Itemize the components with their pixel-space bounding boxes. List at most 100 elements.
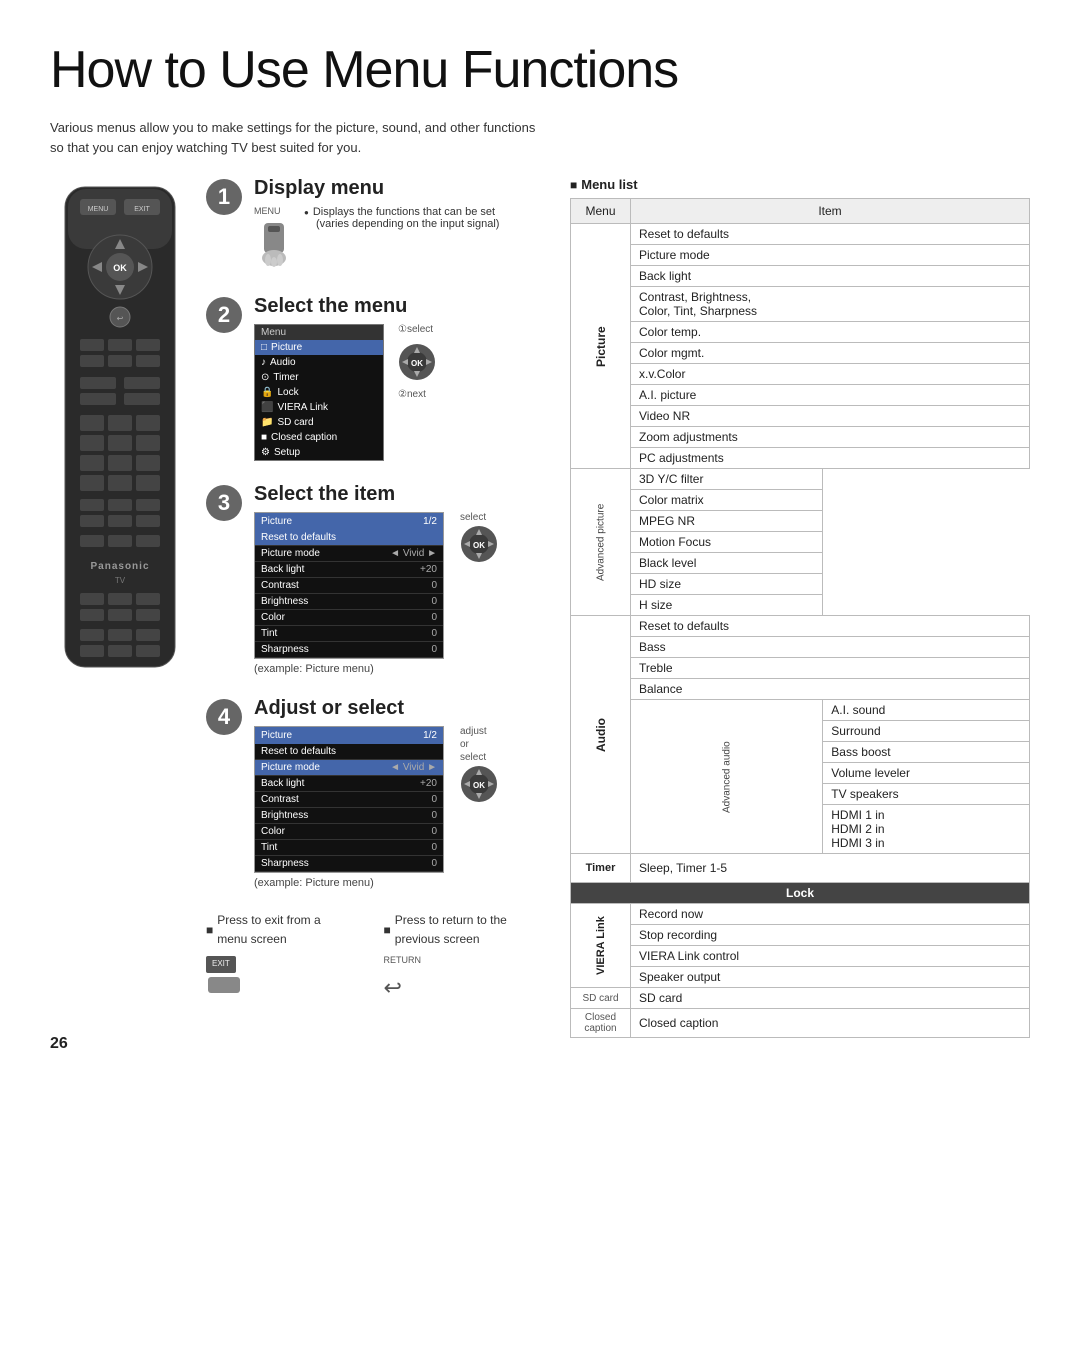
table-row: Video NR xyxy=(571,406,1030,427)
table-row: MPEG NR xyxy=(571,511,1030,532)
item-picture-mode: Picture mode xyxy=(631,245,1030,266)
table-row: Motion Focus xyxy=(571,532,1030,553)
step-1-title: Display menu xyxy=(254,177,550,200)
item-contrast-brightness: Contrast, Brightness,Color, Tint, Sharpn… xyxy=(631,287,1030,322)
col-item: Item xyxy=(631,199,1030,224)
right-column: Menu list Menu Item Picture Reset to def… xyxy=(570,177,1030,1038)
step4-select-label: select xyxy=(460,752,486,763)
steps-container: 1 Display menu MENU xyxy=(206,177,550,1005)
step4-arrows: adjust or select OK xyxy=(460,726,498,803)
advanced-picture-label: Advanced picture xyxy=(571,469,631,616)
table-row: Lock xyxy=(571,883,1030,904)
table-row: Color matrix xyxy=(571,490,1030,511)
step2-next-label: ②next xyxy=(398,389,426,400)
table-row: HD size xyxy=(571,574,1030,595)
item-video-nr: Video NR xyxy=(631,406,1030,427)
menu-icon-area: MENU xyxy=(254,206,294,273)
item-surround: Surround xyxy=(823,721,1030,742)
item-motion-focus: Motion Focus xyxy=(631,532,823,553)
svg-text:OK: OK xyxy=(473,541,485,550)
step2-arrows: ①select OK ②next xyxy=(398,324,436,400)
return-info-title: Press to return to the previous screen xyxy=(395,911,550,949)
step-number-4: 4 xyxy=(206,699,242,735)
step-3-title: Select the item xyxy=(254,483,550,506)
table-row: Balance xyxy=(571,679,1030,700)
table-row: A.I. picture xyxy=(571,385,1030,406)
step-4-title: Adjust or select xyxy=(254,697,550,720)
item-sd-card: SD card xyxy=(631,988,1030,1009)
item-stop-recording: Stop recording xyxy=(631,925,1030,946)
step-2-content: Select the menu Menu □Picture ♪Audio ⊙Ti… xyxy=(254,295,550,461)
step2-select-label: ①select xyxy=(398,324,433,335)
table-row: Color temp. xyxy=(571,322,1030,343)
step-3-content: Select the item Picture 1/2 Reset to def… xyxy=(254,483,550,675)
intro-text: Various menus allow you to make settings… xyxy=(50,118,550,157)
step-4: 4 Adjust or select Picture 1/2 Reset xyxy=(206,697,550,889)
step-1-desc-line1: Displays the functions that can be set xyxy=(313,206,495,218)
step-1-desc-line2: (varies depending on the input signal) xyxy=(304,218,499,230)
menu-list-table: Menu Item Picture Reset to defaults Pict… xyxy=(570,198,1030,1038)
item-ai-sound: A.I. sound xyxy=(823,700,1030,721)
step3-arrows: select OK xyxy=(460,512,498,563)
exit-info: ■ Press to exit from a menu screen EXIT xyxy=(206,911,354,995)
table-row: Back light xyxy=(571,266,1030,287)
exit-button-img: EXIT xyxy=(206,956,236,973)
table-row: Zoom adjustments xyxy=(571,427,1030,448)
step4-example-label: (example: Picture menu) xyxy=(254,877,444,889)
menu-screenshot-step2: Menu □Picture ♪Audio ⊙Timer 🔒Lock ⬛VIERA… xyxy=(254,324,384,461)
picture-label: Picture xyxy=(571,224,631,469)
item-back-light: Back light xyxy=(631,266,1030,287)
viera-link-label: VIERA Link xyxy=(571,904,631,988)
col-menu: Menu xyxy=(571,199,631,224)
closed-caption-menu-label: Closed caption xyxy=(571,1009,631,1038)
svg-text:Panasonic: Panasonic xyxy=(90,561,149,572)
item-hd-size: HD size xyxy=(631,574,823,595)
svg-text:OK: OK xyxy=(411,359,423,368)
menu-list-header: Menu list xyxy=(570,177,1030,192)
item-color-matrix: Color matrix xyxy=(631,490,823,511)
picture-menu-step4: Picture 1/2 Reset to defaults Picture mo… xyxy=(254,726,444,889)
table-row: Timer Sleep, Timer 1-5 xyxy=(571,854,1030,883)
table-row: PC adjustments xyxy=(571,448,1030,469)
item-mpeg-nr: MPEG NR xyxy=(631,511,823,532)
item-treble: Treble xyxy=(631,658,1030,679)
table-row: Treble xyxy=(571,658,1030,679)
table-row: Advanced audio A.I. sound xyxy=(571,700,1030,721)
svg-text:EXIT: EXIT xyxy=(134,206,150,213)
return-info: ■ Press to return to the previous screen… xyxy=(384,911,550,1005)
item-tv-speakers: TV speakers xyxy=(823,784,1030,805)
bottom-info: ■ Press to exit from a menu screen EXIT … xyxy=(206,911,550,1005)
page-number: 26 xyxy=(50,1035,550,1053)
step-1-desc: ● Displays the functions that can be set… xyxy=(304,206,499,230)
item-bass: Bass xyxy=(631,637,1030,658)
svg-text:OK: OK xyxy=(473,781,485,790)
item-hdmi-in: HDMI 1 inHDMI 2 inHDMI 3 in xyxy=(823,805,1030,854)
table-row: x.v.Color xyxy=(571,364,1030,385)
item-bass-boost: Bass boost xyxy=(823,742,1030,763)
left-column: MENU EXIT OK ↩ xyxy=(50,177,550,1053)
table-row: Picture mode xyxy=(571,245,1030,266)
svg-text:TV: TV xyxy=(115,576,126,585)
picture-menu-step3: Picture 1/2 Reset to defaults Picture mo… xyxy=(254,512,444,675)
advanced-audio-label: Advanced audio xyxy=(631,700,823,854)
svg-text:OK: OK xyxy=(113,263,127,273)
item-xv-color: x.v.Color xyxy=(631,364,1030,385)
table-row: VIERA Link Record now xyxy=(571,904,1030,925)
return-icon: ↩ xyxy=(384,970,550,1005)
table-row: Black level xyxy=(571,553,1030,574)
item-3d-yc: 3D Y/C filter xyxy=(631,469,823,490)
item-ai-picture: A.I. picture xyxy=(631,385,1030,406)
step4-adjust-label: adjust xyxy=(460,726,487,737)
table-row: Color mgmt. xyxy=(571,343,1030,364)
table-row: Speaker output xyxy=(571,967,1030,988)
step4-or-label: or xyxy=(460,739,469,750)
page-title: How to Use Menu Functions xyxy=(50,40,1030,100)
table-row: VIERA Link control xyxy=(571,946,1030,967)
item-balance: Balance xyxy=(631,679,1030,700)
item-audio-reset: Reset to defaults xyxy=(631,616,1030,637)
table-row: SD card SD card xyxy=(571,988,1030,1009)
table-row: H size xyxy=(571,595,1030,616)
item-speaker-output: Speaker output xyxy=(631,967,1030,988)
step-1: 1 Display menu MENU xyxy=(206,177,550,273)
item-reset-defaults: Reset to defaults xyxy=(631,224,1030,245)
